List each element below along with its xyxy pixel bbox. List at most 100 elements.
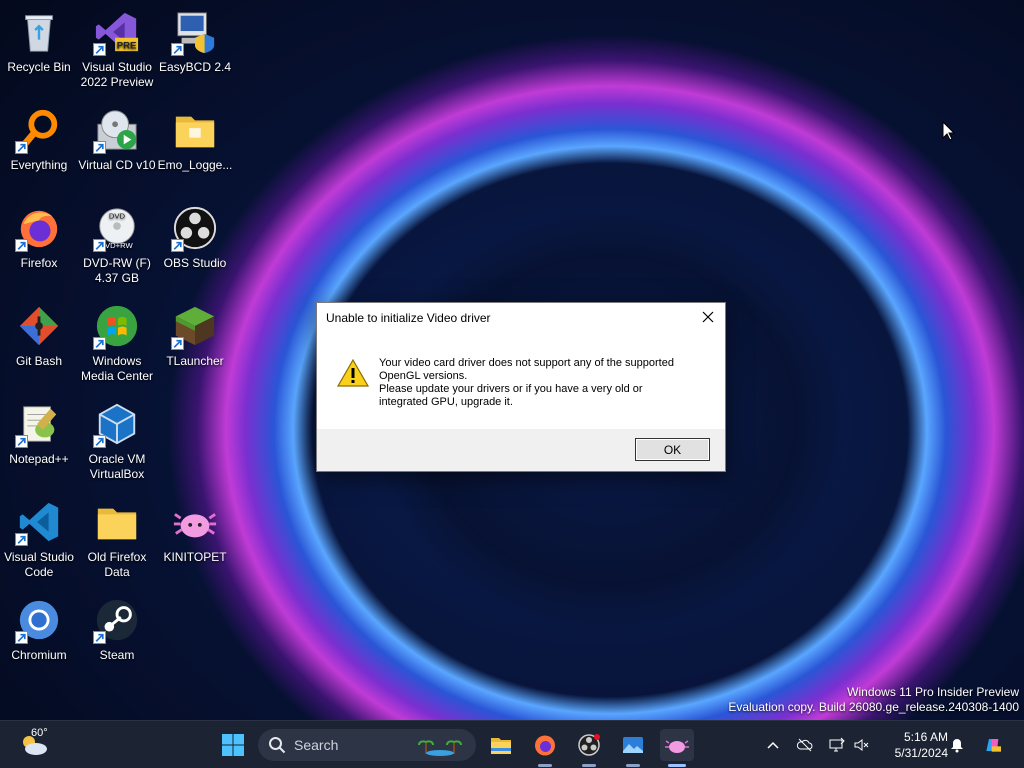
desktop-icon-kinitopet[interactable]: KINITOPET (156, 492, 234, 588)
bell-icon (951, 739, 963, 753)
desktop-icon-easybcd[interactable]: EasyBCD 2.4 (156, 2, 234, 98)
desktop-icon-notepad-plus-plus[interactable]: Notepad++ (0, 394, 78, 490)
desktop-icon-everything[interactable]: Everything (0, 100, 78, 196)
virtual-cd-icon (93, 106, 141, 154)
svg-text:VD+RW: VD+RW (105, 241, 133, 250)
desktop: Recycle Bin Everything Firefox Git Bash … (0, 0, 1024, 720)
cloud-offline-icon (797, 738, 813, 752)
shortcut-arrow-icon (15, 435, 28, 448)
volume-tray-button[interactable] (850, 729, 872, 761)
svg-text:DVD: DVD (109, 211, 126, 220)
taskbar-obs-studio[interactable] (572, 729, 606, 767)
shortcut-arrow-icon (15, 141, 28, 154)
shortcut-arrow-icon (93, 43, 106, 56)
obs-studio-icon (578, 734, 600, 756)
notepad-plus-plus-icon (15, 400, 63, 448)
virtualbox-icon (93, 400, 141, 448)
everything-icon (15, 106, 63, 154)
show-hidden-icons-button[interactable] (762, 729, 784, 761)
tlauncher-grass-block-icon (171, 302, 219, 350)
vscode-icon (15, 498, 63, 546)
notifications-button[interactable] (946, 729, 968, 761)
shortcut-arrow-icon (171, 337, 184, 350)
network-tray-button[interactable] (826, 729, 848, 761)
desktop-icon-chromium[interactable]: Chromium (0, 590, 78, 686)
onedrive-tray-button[interactable] (794, 729, 816, 761)
shortcut-arrow-icon (15, 533, 28, 546)
active-indicator (668, 764, 686, 767)
shortcut-arrow-icon (171, 239, 184, 252)
shortcut-arrow-icon (93, 239, 106, 252)
chevron-up-icon (767, 741, 779, 749)
desktop-icon-windows-media-center[interactable]: Windows Media Center (78, 296, 156, 392)
ok-button[interactable]: OK (635, 438, 710, 461)
photos-icon (623, 737, 643, 753)
svg-text:PRE: PRE (117, 40, 137, 51)
desktop-icon-steam[interactable]: Steam (78, 590, 156, 686)
git-bash-icon (15, 302, 63, 350)
shortcut-arrow-icon (93, 631, 106, 644)
desktop-icon-visual-studio-2022-preview[interactable]: PRE Visual Studio 2022 Preview (78, 2, 156, 98)
file-explorer-icon (491, 738, 511, 754)
close-icon (702, 311, 714, 323)
weather-widget[interactable]: 60° (14, 727, 54, 761)
running-indicator (626, 764, 640, 767)
desktop-icon-git-bash[interactable]: Git Bash (0, 296, 78, 392)
desktop-icon-virtualbox[interactable]: Oracle VM VirtualBox (78, 394, 156, 490)
easybcd-icon (171, 8, 219, 56)
shortcut-arrow-icon (93, 141, 106, 154)
dvd-drive-icon: DVD VD+RW (93, 204, 141, 252)
taskbar-clock[interactable]: 5:16 AM 5/31/2024 (878, 729, 948, 761)
start-button[interactable] (218, 729, 248, 761)
steam-icon (93, 596, 141, 644)
desktop-icon-old-firefox-data[interactable]: Old Firefox Data (78, 492, 156, 588)
desktop-icon-virtual-cd[interactable]: Virtual CD v10 (78, 100, 156, 196)
folder-icon (93, 498, 141, 546)
shortcut-arrow-icon (93, 337, 106, 350)
desktop-icon-obs-studio[interactable]: OBS Studio (156, 198, 234, 294)
taskbar: 60° Search 5:16 AM 5/31/2024 (0, 720, 1024, 768)
firefox-icon (15, 204, 63, 252)
desktop-icon-emo-logger[interactable]: Emo_Logge... (156, 100, 234, 196)
desktop-icon-tlauncher[interactable]: TLauncher (156, 296, 234, 392)
desktop-icon-recycle-bin[interactable]: Recycle Bin (0, 2, 78, 98)
shortcut-arrow-icon (15, 631, 28, 644)
taskbar-firefox[interactable] (528, 729, 562, 767)
kinitopet-axolotl-icon (665, 740, 689, 753)
running-indicator (538, 764, 552, 767)
chromium-icon (15, 596, 63, 644)
dialog-message: Your video card driver does not support … (379, 357, 674, 408)
taskbar-kinitopet[interactable] (660, 729, 694, 767)
desktop-icon-firefox[interactable]: Firefox (0, 198, 78, 294)
desktop-icon-dvd-rw-drive[interactable]: DVD VD+RW DVD-RW (F) 4.37 GB (78, 198, 156, 294)
recycle-bin-icon (15, 8, 63, 56)
kinitopet-axolotl-icon (171, 498, 219, 546)
network-monitor-icon (829, 737, 845, 752)
firefox-icon (535, 735, 555, 756)
mouse-cursor-icon (942, 121, 956, 141)
obs-studio-icon (171, 204, 219, 252)
windows-media-center-icon (93, 302, 141, 350)
taskbar-photos-app[interactable] (616, 729, 650, 767)
windows-logo-icon (222, 734, 244, 756)
search-highlight-palm-trees-icon (418, 740, 462, 756)
shortcut-arrow-icon (171, 43, 184, 56)
shortcut-arrow-icon (93, 435, 106, 448)
visual-studio-icon: PRE (93, 8, 141, 56)
copilot-preview-button[interactable] (980, 729, 1006, 761)
running-indicator (582, 764, 596, 767)
dialog-title: Unable to initialize Video driver (326, 311, 491, 325)
warning-icon (337, 359, 369, 387)
speaker-muted-icon (854, 739, 869, 751)
taskbar-file-explorer[interactable] (484, 729, 518, 761)
copilot-icon (986, 739, 1001, 752)
dialog-close-button[interactable] (697, 307, 719, 327)
error-dialog: Unable to initialize Video driver Your v… (316, 302, 726, 472)
folder-icon (171, 106, 219, 154)
desktop-icon-vscode[interactable]: Visual Studio Code (0, 492, 78, 588)
windows-evaluation-watermark: Windows 11 Pro Insider Preview Evaluatio… (728, 685, 1019, 714)
shortcut-arrow-icon (15, 239, 28, 252)
search-icon (269, 737, 286, 754)
dialog-footer: OK (317, 429, 725, 471)
taskbar-search-box[interactable]: Search (258, 729, 476, 761)
